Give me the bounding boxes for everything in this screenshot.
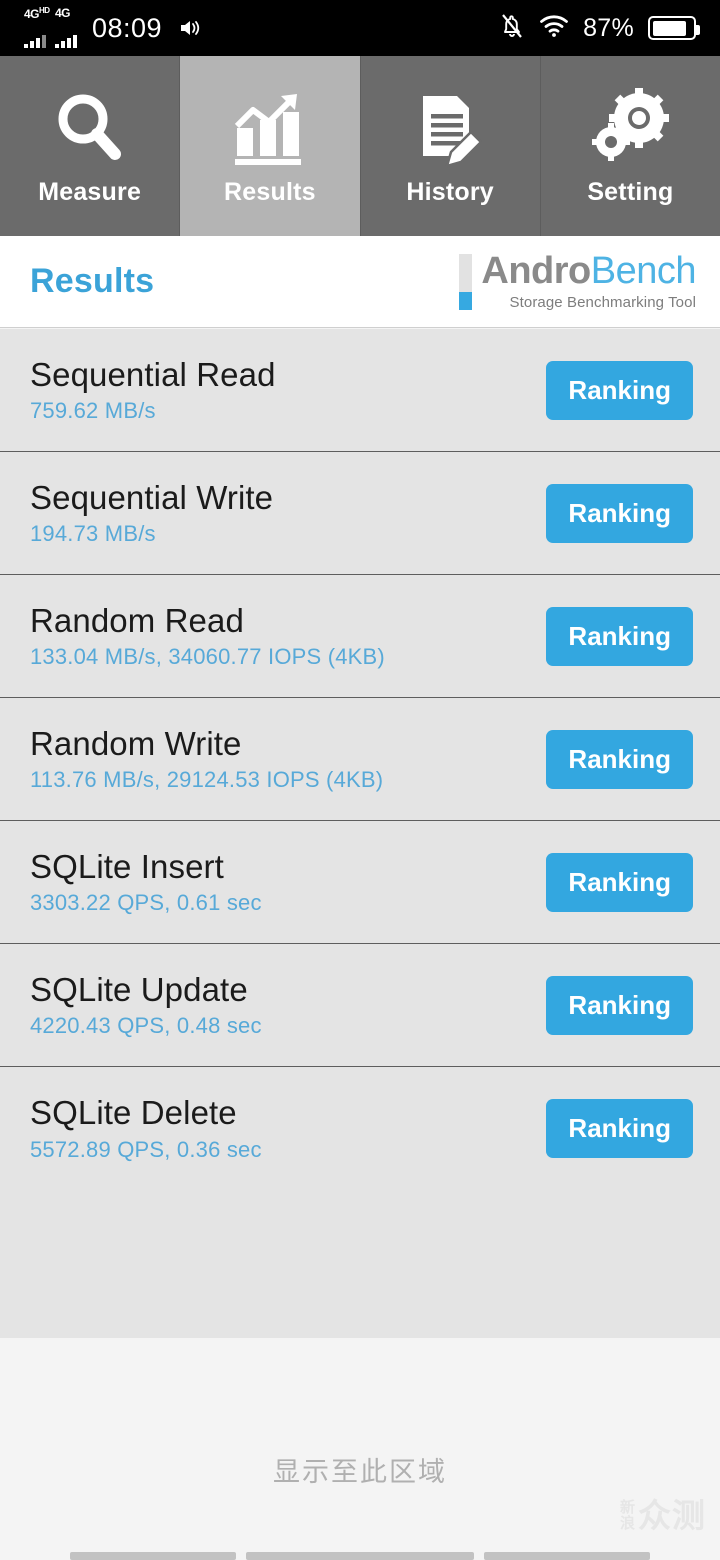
row-texts: Sequential Write 194.73 MB/s (30, 478, 274, 547)
ranking-button[interactable]: Ranking (546, 483, 693, 543)
result-value: 5572.89 QPS, 0.36 sec (30, 1136, 262, 1162)
table-row[interactable]: Sequential Write 194.73 MB/s Ranking (0, 452, 720, 575)
row-texts: SQLite Insert 3303.22 QPS, 0.61 sec (30, 847, 262, 916)
table-row[interactable]: SQLite Insert 3303.22 QPS, 0.61 sec Rank… (0, 821, 720, 944)
wifi-icon (539, 14, 569, 43)
volume-icon (179, 17, 201, 39)
tab-label-measure: Measure (38, 177, 142, 206)
gears-icon (587, 86, 673, 172)
nav-segment-home[interactable] (246, 1552, 474, 1560)
result-value: 759.62 MB/s (30, 398, 156, 424)
result-value: 133.04 MB/s, 34060.77 IOPS (4KB) (30, 644, 385, 670)
table-row[interactable]: Random Read 133.04 MB/s, 34060.77 IOPS (… (0, 575, 720, 698)
logo-tagline: Storage Benchmarking Tool (509, 294, 696, 311)
table-row[interactable]: Random Write 113.76 MB/s, 29124.53 IOPS … (0, 698, 720, 821)
result-title: Sequential Write (30, 478, 274, 516)
result-value: 3303.22 QPS, 0.61 sec (30, 890, 262, 916)
bell-muted-icon (499, 12, 525, 45)
table-row[interactable]: SQLite Delete 5572.89 QPS, 0.36 sec Rank… (0, 1067, 720, 1190)
top-tab-bar: Measure Results History Setting (0, 56, 720, 236)
bottom-blank-area: 显示至此区域 新 浪 众测 (0, 1338, 720, 1560)
battery-icon (648, 16, 700, 40)
document-pencil-icon (407, 86, 493, 172)
result-title: Sequential Read (30, 355, 276, 393)
phone-screen: 4GHD 4G 08:09 87% Measure Results Histor… (0, 0, 720, 1560)
result-value: 194.73 MB/s (30, 521, 156, 547)
table-row[interactable]: Sequential Read 759.62 MB/s Ranking (0, 329, 720, 452)
result-value: 4220.43 QPS, 0.48 sec (30, 1013, 262, 1039)
watermark-small: 新 浪 (619, 1499, 635, 1532)
results-list: Sequential Read 759.62 MB/s Ranking Sequ… (0, 329, 720, 1338)
status-bar: 4GHD 4G 08:09 87% (0, 0, 720, 56)
magnifier-icon (47, 86, 133, 172)
status-bar-clock: 08:09 (92, 12, 163, 43)
signal-indicator-1: 4GHD (24, 6, 50, 48)
result-title: Random Read (30, 601, 244, 639)
row-texts: SQLite Update 4220.43 QPS, 0.48 sec (30, 970, 262, 1039)
page-header: Results AndroBench Storage Benchmarking … (0, 236, 720, 328)
androbench-logo: AndroBench Storage Benchmarking Tool (459, 252, 697, 311)
result-title: Random Write (30, 724, 242, 762)
display-area-hint: 显示至此区域 (273, 1457, 447, 1487)
tab-label-results: Results (224, 177, 316, 206)
row-texts: Random Read 133.04 MB/s, 34060.77 IOPS (… (30, 601, 385, 670)
signal-indicator-2: 4G (55, 5, 77, 48)
battery-percent-label: 87% (583, 13, 634, 42)
watermark: 新 浪 众测 (620, 1499, 706, 1532)
network-type-label-1: 4GHD (24, 5, 50, 21)
logo-bar-icon (459, 253, 473, 310)
tab-setting[interactable]: Setting (540, 56, 720, 236)
row-texts: SQLite Delete 5572.89 QPS, 0.36 sec (30, 1094, 262, 1162)
tab-results[interactable]: Results (180, 56, 361, 236)
ranking-button[interactable]: Ranking (546, 360, 693, 420)
signal-bars-2 (55, 22, 77, 48)
bar-chart-icon (227, 86, 313, 172)
result-value: 113.76 MB/s, 29124.53 IOPS (4KB) (30, 767, 384, 793)
ranking-button[interactable]: Ranking (546, 1099, 693, 1158)
logo-wordmark: AndroBench (481, 250, 696, 292)
logo-text: AndroBench Storage Benchmarking Tool (481, 252, 696, 311)
row-texts: Sequential Read 759.62 MB/s (30, 355, 276, 424)
ranking-button[interactable]: Ranking (546, 852, 693, 912)
ranking-button[interactable]: Ranking (546, 975, 693, 1035)
tab-label-history: History (406, 177, 494, 206)
signal-bars-1 (24, 22, 46, 48)
gesture-nav-bar[interactable] (0, 1546, 720, 1560)
watermark-big: 众测 (638, 1497, 706, 1534)
result-title: SQLite Insert (30, 847, 224, 885)
tab-history[interactable]: History (360, 56, 541, 236)
page-title: Results (30, 262, 155, 300)
nav-segment-recents[interactable] (484, 1552, 650, 1560)
status-bar-right: 87% (499, 12, 700, 45)
tab-label-setting: Setting (587, 177, 674, 206)
ranking-button[interactable]: Ranking (546, 606, 693, 666)
row-texts: Random Write 113.76 MB/s, 29124.53 IOPS … (30, 724, 384, 793)
table-row[interactable]: SQLite Update 4220.43 QPS, 0.48 sec Rank… (0, 944, 720, 1067)
ranking-button[interactable]: Ranking (546, 729, 693, 789)
result-title: SQLite Update (30, 970, 248, 1008)
tab-measure[interactable]: Measure (0, 56, 181, 236)
result-title: SQLite Delete (30, 1094, 237, 1132)
network-type-label-2: 4G (55, 5, 71, 20)
nav-segment-back[interactable] (70, 1552, 236, 1560)
status-bar-left: 4GHD 4G 08:09 (24, 5, 201, 48)
